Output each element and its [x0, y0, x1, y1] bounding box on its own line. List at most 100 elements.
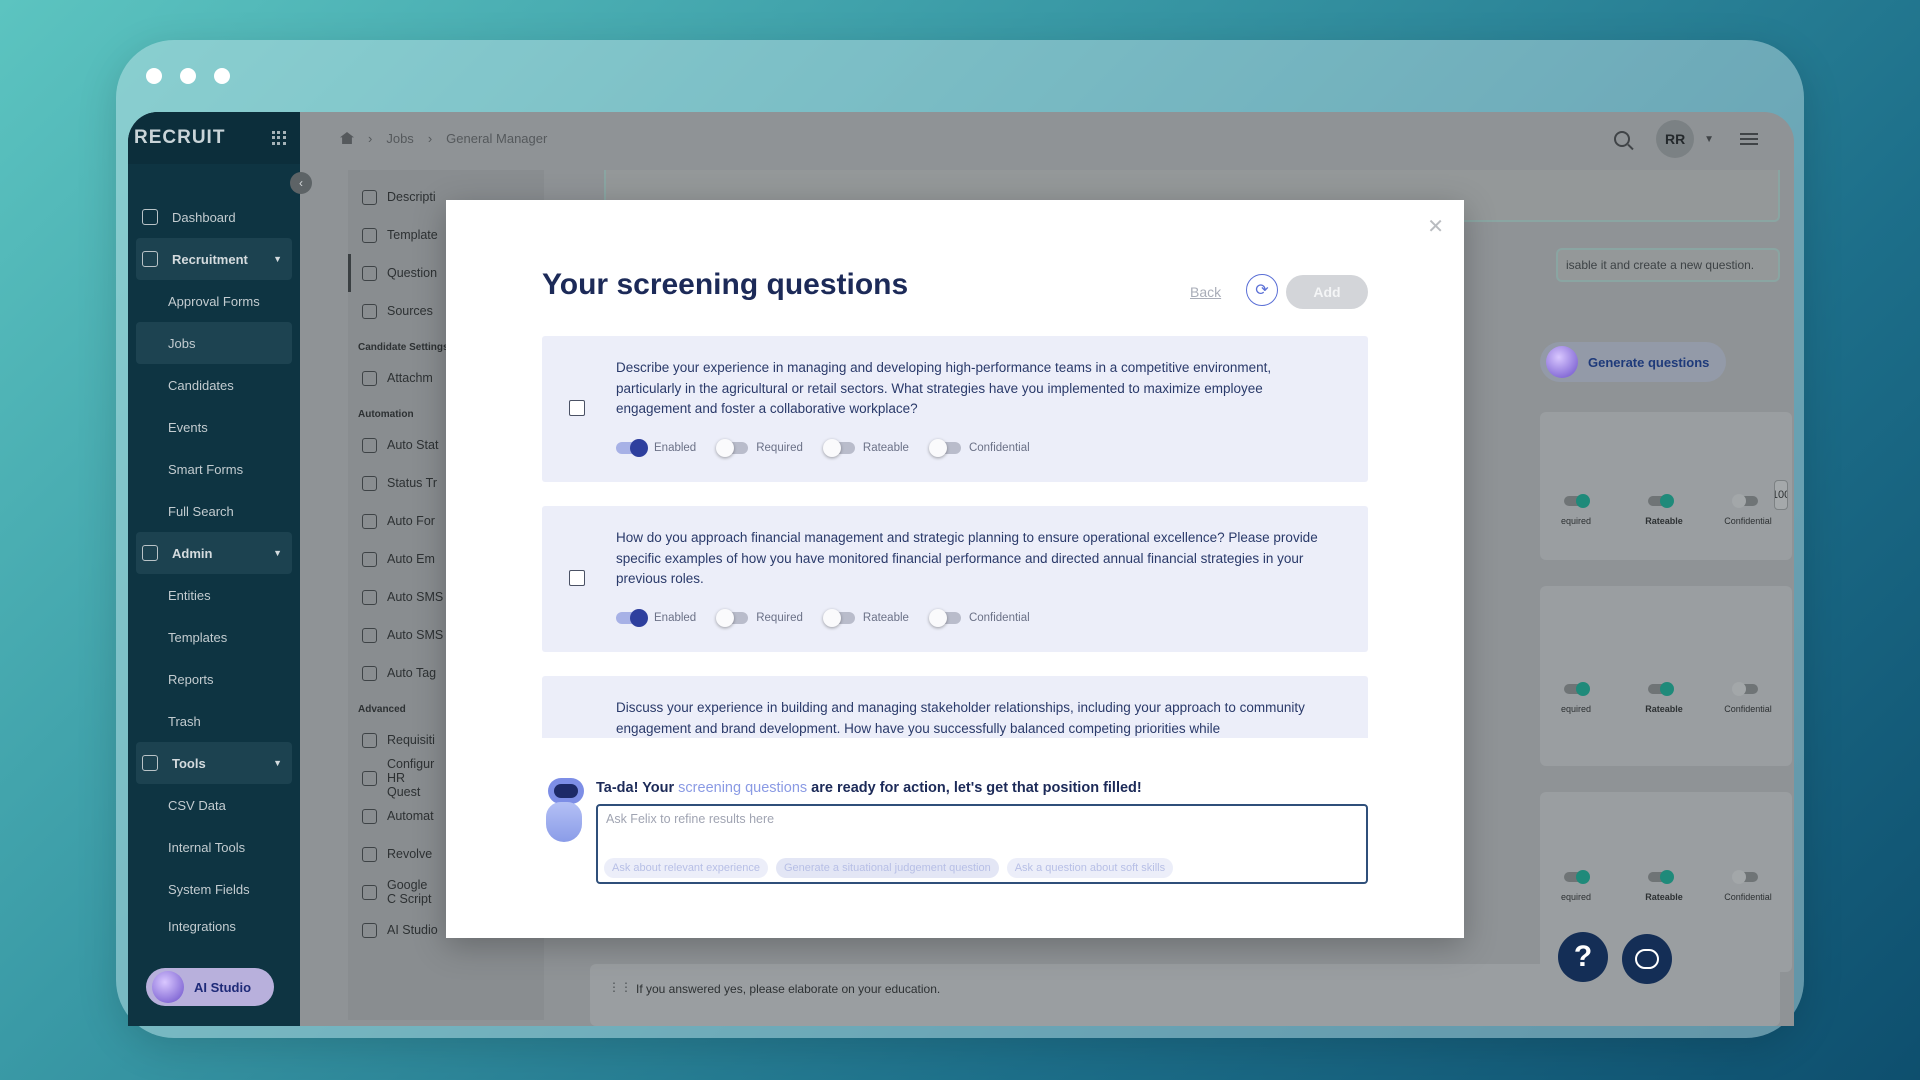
subnav-label: Auto For: [387, 514, 435, 528]
background-required-label: equired: [1560, 892, 1592, 902]
sidebar-item-integrations[interactable]: Integrations: [128, 910, 300, 934]
table-icon: [362, 808, 377, 824]
sidebar-group-admin[interactable]: Admin ▼: [136, 532, 292, 574]
background-confidential-toggle[interactable]: [1732, 870, 1758, 884]
window-dot[interactable]: [180, 68, 196, 84]
sidebar-item-trash[interactable]: Trash: [128, 700, 300, 742]
chevron-down-icon: ▼: [273, 254, 282, 264]
suggestion-chip[interactable]: Ask a question about soft skills: [1006, 858, 1174, 878]
close-icon[interactable]: ✕: [1427, 214, 1444, 239]
ready-prefix: Ta-da! Your: [596, 780, 679, 796]
home-icon[interactable]: [340, 132, 354, 144]
sidebar-group-tools[interactable]: Tools ▼: [136, 742, 292, 784]
background-weight-input[interactable]: 100: [1774, 480, 1788, 510]
sidebar-item-smart-forms[interactable]: Smart Forms: [128, 448, 300, 490]
confidential-toggle[interactable]: Confidential: [928, 609, 1030, 627]
felix-prompt-input[interactable]: [606, 812, 1346, 826]
sidebar-item-candidates[interactable]: Candidates: [128, 364, 300, 406]
sidebar-item-events[interactable]: Events: [128, 406, 300, 448]
sidebar-item-label: Dashboard: [172, 209, 236, 225]
rateable-toggle[interactable]: Rateable: [822, 439, 909, 457]
enabled-toggle[interactable]: Enabled: [616, 609, 696, 627]
background-rateable-label: Rateable: [1645, 704, 1683, 714]
question-checkbox[interactable]: [569, 570, 585, 586]
question-text: Discuss your experience in building and …: [616, 700, 1305, 736]
collapse-sidebar-button[interactable]: ‹: [290, 172, 312, 194]
sidebar-nav: Dashboard Recruitment ▼ Approval Forms Jo…: [128, 196, 300, 934]
suggestion-chips: Ask about relevant experience Generate a…: [604, 858, 1174, 878]
user-menu[interactable]: RR ▼: [1656, 120, 1714, 158]
drag-handle-icon[interactable]: ⋮⋮: [608, 980, 632, 994]
apps-grid-icon[interactable]: [272, 131, 286, 145]
breadcrumb-jobs[interactable]: Jobs: [386, 131, 413, 146]
background-confidential-toggle[interactable]: [1732, 682, 1758, 696]
toggle-label: Required: [756, 612, 803, 624]
background-rateable-toggle[interactable]: [1648, 870, 1674, 884]
background-confidential-toggle[interactable]: [1732, 494, 1758, 508]
toggle-label: Enabled: [654, 442, 697, 454]
chat-button[interactable]: [1622, 934, 1672, 984]
sidebar-item-templates[interactable]: Templates: [128, 616, 300, 658]
sidebar-item-system-fields[interactable]: System Fields: [128, 868, 300, 910]
breadcrumb-general-manager[interactable]: General Manager: [446, 131, 547, 146]
screening-questions-link[interactable]: screening questions: [678, 780, 807, 796]
required-toggle[interactable]: Required: [716, 439, 803, 457]
question-checkbox[interactable]: [569, 400, 585, 416]
avatar[interactable]: RR: [1656, 120, 1695, 158]
help-button[interactable]: ?: [1558, 932, 1608, 982]
sidebar-item-jobs[interactable]: Jobs: [136, 322, 292, 364]
background-rateable-toggle[interactable]: [1648, 682, 1674, 696]
sidebar-item-label: Recruitment: [172, 251, 248, 267]
background-required-toggle[interactable]: [1564, 494, 1590, 508]
suggestion-chip[interactable]: Generate a situational judgement questio…: [775, 858, 999, 878]
regenerate-button[interactable]: ⟳: [1246, 274, 1278, 306]
subnav-label: Configur HR Quest: [387, 757, 435, 799]
sidebar-item-dashboard[interactable]: Dashboard: [128, 196, 300, 238]
toggle-switch[interactable]: [716, 609, 749, 627]
hamburger-menu-icon[interactable]: [1740, 133, 1758, 145]
toggle-switch[interactable]: [822, 439, 855, 457]
question-text: How do you approach financial management…: [616, 530, 1318, 586]
window-dot[interactable]: [146, 68, 162, 84]
background-rateable-toggle[interactable]: [1648, 494, 1674, 508]
required-toggle[interactable]: Required: [716, 609, 803, 627]
background-required-toggle[interactable]: [1564, 870, 1590, 884]
sidebar-item-csv-data[interactable]: CSV Data: [128, 784, 300, 826]
toggle-switch[interactable]: [822, 609, 855, 627]
toggle-switch[interactable]: [928, 439, 961, 457]
ai-studio-button[interactable]: AI Studio: [146, 968, 274, 1006]
suggestion-chip[interactable]: Ask about relevant experience: [604, 858, 768, 878]
ai-avatar-icon: [1546, 346, 1578, 378]
paperclip-icon: [362, 370, 377, 386]
window-controls: [146, 68, 230, 84]
toggle-switch[interactable]: [616, 609, 648, 627]
sidebar-item-reports[interactable]: Reports: [128, 658, 300, 700]
subnav-label: Google C Script: [387, 878, 432, 906]
sidebar-item-entities[interactable]: Entities: [128, 574, 300, 616]
forward-icon: [362, 513, 377, 529]
enabled-toggle[interactable]: Enabled: [616, 439, 697, 457]
chevron-down-icon: ▼: [273, 758, 282, 768]
question-toggles: Enabled Required Rateable Confidential: [616, 439, 1030, 457]
toggle-switch[interactable]: [616, 439, 648, 457]
toggle-switch[interactable]: [928, 609, 961, 627]
sidebar-group-recruitment[interactable]: Recruitment ▼: [136, 238, 292, 280]
sidebar-item-internal-tools[interactable]: Internal Tools: [128, 826, 300, 868]
header-actions: RR ▼: [1614, 120, 1758, 158]
sidebar-item-approval-forms[interactable]: Approval Forms: [128, 280, 300, 322]
rateable-toggle[interactable]: Rateable: [822, 609, 909, 627]
background-question-field: isable it and create a new question.: [1556, 248, 1780, 282]
confidential-toggle[interactable]: Confidential: [928, 439, 1030, 457]
people-icon: [142, 251, 158, 267]
sidebar-item-label: Tools: [172, 755, 206, 771]
window-dot[interactable]: [214, 68, 230, 84]
add-button[interactable]: Add: [1286, 275, 1368, 309]
background-required-toggle[interactable]: [1564, 682, 1590, 696]
toggle-switch[interactable]: [716, 439, 749, 457]
sidebar-item-full-search[interactable]: Full Search: [128, 490, 300, 532]
search-icon[interactable]: [1614, 131, 1631, 147]
generate-questions-button[interactable]: Generate questions: [1540, 342, 1726, 382]
back-link[interactable]: Back: [1190, 284, 1221, 300]
toggle-label: Confidential: [968, 442, 1030, 454]
ready-suffix: are ready for action, let's get that pos…: [807, 780, 1142, 796]
